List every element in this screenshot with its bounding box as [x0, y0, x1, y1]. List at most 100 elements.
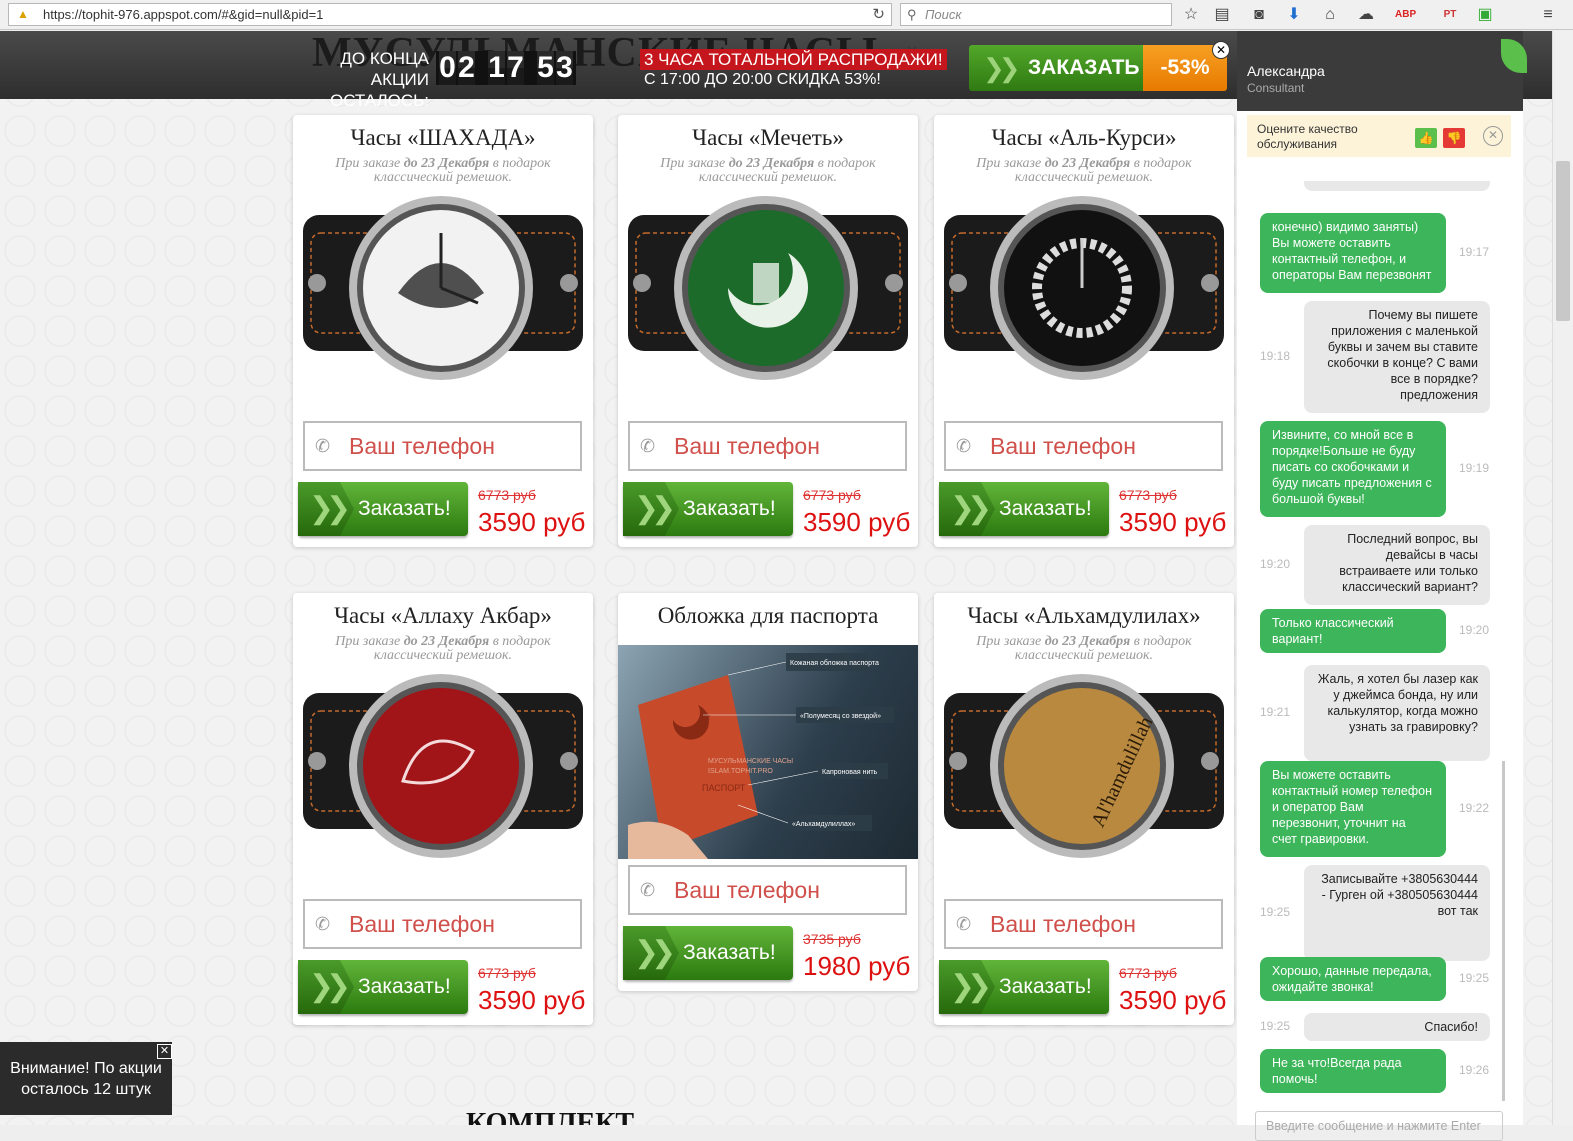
reload-icon[interactable]: ↻	[872, 4, 885, 25]
message-time: 19:22	[1459, 801, 1490, 815]
scrollbar-thumb[interactable]	[1556, 161, 1570, 321]
adblock-icon[interactable]: ABP	[1395, 5, 1416, 25]
phone-icon: ✆	[640, 436, 656, 456]
chevron-right-icon: ❯❯	[623, 926, 679, 980]
order-button[interactable]: ❯❯ Заказать!	[623, 482, 793, 536]
product-card: Часы «Аллаху Акбар» При заказе до 23 Дек…	[293, 593, 593, 1025]
callout-engraving: «Альхамдулиллах»	[792, 821, 855, 828]
old-price: 6773 руб	[1119, 965, 1177, 981]
product-title: Обложка для паспорта	[657, 603, 879, 628]
countdown-digit: 1	[488, 51, 505, 85]
bookmarks-icon[interactable]: ▤	[1212, 5, 1232, 25]
new-price: 3590 руб	[1119, 985, 1227, 1015]
promo-order-button[interactable]: ❯❯ ЗАКАЗАТЬ -53%	[969, 45, 1227, 91]
new-price: 3590 руб	[478, 507, 586, 537]
extension-icon[interactable]: ▣	[1475, 5, 1495, 25]
phone-input[interactable]: ✆ Ваш телефон	[628, 865, 907, 915]
order-button[interactable]: ❯❯ Заказать!	[298, 482, 468, 536]
browser-toolbar: ▲ https://tophit-976.appspot.com/#&gid=n…	[0, 0, 1573, 30]
order-label: Заказать!	[358, 975, 451, 998]
message-time: 19:20	[1260, 557, 1291, 571]
order-button[interactable]: ❯❯ Заказать!	[298, 960, 468, 1014]
gift-note: При заказе до 23 Декабря в подарок класс…	[976, 634, 1192, 663]
message-time: 19:25	[1260, 1019, 1291, 1033]
new-price: 3590 руб	[478, 985, 586, 1015]
star-icon[interactable]: ☆	[1181, 5, 1201, 25]
agent-message-bubble: Хорошо, данные передала, ожидайте звонка…	[1260, 957, 1446, 1001]
passport-brand: МУСУЛЬМАНСКИЕ ЧАСЫ	[708, 758, 793, 765]
phone-icon: ✆	[956, 914, 972, 934]
order-label: Заказать!	[683, 941, 776, 964]
sale-headline: 3 ЧАСА ТОТАЛЬНОЙ РАСПРОДАЖИ!	[640, 49, 947, 70]
agent-message-bubble: конечно) видимо заняты) Вы можете остави…	[1260, 213, 1446, 293]
phone-input[interactable]: ✆ Ваш телефон	[944, 421, 1223, 471]
chat-widget: Александра Consultant Оцените качество о…	[1237, 31, 1527, 1141]
phone-placeholder: Ваш телефон	[674, 433, 820, 459]
search-icon: ⚲	[907, 7, 917, 22]
old-price: 6773 руб	[803, 487, 861, 503]
phone-placeholder: Ваш телефон	[349, 433, 495, 459]
phone-icon: ✆	[956, 436, 972, 456]
product-card: Часы «Аль-Курси» При заказе до 23 Декабр…	[934, 115, 1234, 547]
chat-scrollbar[interactable]	[1502, 761, 1505, 1101]
user-message-bubble: А они живы?	[1304, 181, 1490, 191]
gift-note: При заказе до 23 Декабря в подарок класс…	[976, 156, 1192, 185]
browser-search-input[interactable]: ⚲ Поиск	[900, 3, 1172, 26]
rating-bar: Оцените качество обслуживания 👍 👎 ✕	[1247, 115, 1511, 157]
chat-message-list: А они живы? 19:17 конечно) видимо заняты) …	[1237, 181, 1523, 1101]
phone-icon: ✆	[315, 436, 331, 456]
pocket-icon[interactable]: ◙	[1249, 5, 1269, 25]
watch-image	[303, 674, 583, 858]
message-time: 19:26	[1459, 1063, 1490, 1077]
order-button[interactable]: ❯❯ Заказать!	[939, 482, 1109, 536]
address-bar[interactable]: ▲ https://tophit-976.appspot.com/#&gid=n…	[8, 3, 892, 26]
message-time: 19:25	[1459, 971, 1490, 985]
agent-message-bubble: Только классический вариант!	[1260, 609, 1446, 653]
close-icon[interactable]: ✕	[157, 1044, 172, 1059]
close-icon[interactable]: ✕	[1212, 41, 1230, 59]
chevron-right-icon: ❯❯	[298, 482, 354, 536]
message-time: 19:18	[1260, 349, 1291, 363]
callout-thread: Капроновая нить	[822, 769, 878, 776]
order-button[interactable]: ❯❯ Заказать!	[939, 960, 1109, 1014]
product-card: Часы «Альхамдулилах» При заказе до 23 Де…	[934, 593, 1234, 1025]
menu-icon[interactable]: ≡	[1538, 5, 1558, 25]
new-price: 1980 руб	[803, 951, 911, 981]
home-icon[interactable]: ⌂	[1320, 5, 1340, 25]
gift-note: При заказе до 23 Декабря в подарок класс…	[335, 156, 551, 185]
stock-alert: Внимание! По акции осталось 12 штук	[0, 1042, 172, 1115]
chat-message-input[interactable]: Введите сообщение и нажмите Enter	[1255, 1111, 1503, 1141]
countdown-digit: 0	[439, 51, 456, 85]
order-button[interactable]: ❯❯ Заказать!	[623, 926, 793, 980]
phone-placeholder: Ваш телефон	[349, 911, 495, 937]
old-price: 6773 руб	[478, 487, 536, 503]
thumbs-down-icon[interactable]: 👎	[1443, 128, 1465, 148]
phone-input[interactable]: ✆ Ваш телефон	[944, 899, 1223, 949]
close-icon[interactable]: ✕	[1483, 126, 1503, 146]
agent-message-bubble: Извините, со мной все в порядке!Больше н…	[1260, 421, 1446, 517]
pt-icon[interactable]: PT	[1440, 5, 1460, 25]
user-message-bubble: Почему вы пишете приложения с маленькой …	[1304, 301, 1490, 413]
product-card: Часы «Мечеть» При заказе до 23 Декабря в…	[618, 115, 918, 547]
section-heading: КОМПЛЕКТ	[466, 1108, 635, 1125]
phone-input[interactable]: ✆ Ваш телефон	[628, 421, 907, 471]
chat-icon[interactable]: ☁	[1356, 5, 1376, 25]
countdown-digit: 5	[537, 51, 554, 85]
product-title: Часы «Аль-Курси»	[991, 125, 1177, 150]
user-message-bubble: Спасибо!	[1304, 1013, 1490, 1041]
user-message-bubble: Жаль, я хотел бы лазер как у джеймса бон…	[1304, 665, 1490, 761]
message-time: 19:19	[1459, 461, 1490, 475]
product-title: Часы «ШАХАДА»	[350, 125, 536, 150]
search-placeholder: Поиск	[925, 7, 962, 22]
phone-placeholder: Ваш телефон	[674, 877, 820, 903]
watch-image	[944, 196, 1224, 380]
message-time: 19:25	[1260, 905, 1291, 919]
new-price: 3590 руб	[803, 507, 911, 537]
message-time: 19:21	[1260, 705, 1291, 719]
download-icon[interactable]: ⬇	[1284, 5, 1304, 25]
thumbs-up-icon[interactable]: 👍	[1415, 128, 1437, 148]
page-scrollbar[interactable]	[1552, 31, 1573, 1125]
phone-input[interactable]: ✆ Ваш телефон	[303, 421, 582, 471]
agent-message-bubble: Вы можете оставить контактный номер теле…	[1260, 761, 1446, 857]
phone-input[interactable]: ✆ Ваш телефон	[303, 899, 582, 949]
